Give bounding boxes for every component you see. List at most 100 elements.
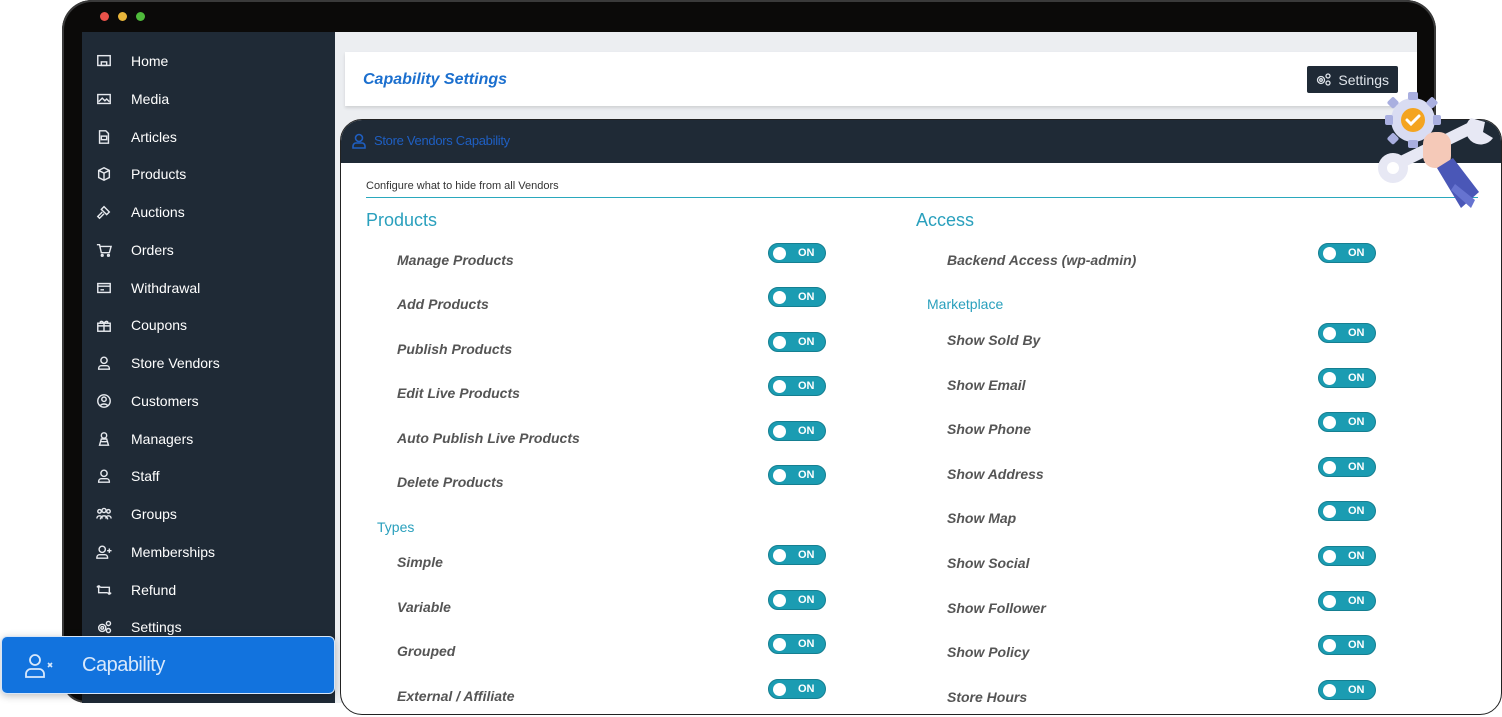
window-maximize-button[interactable] <box>136 12 145 21</box>
sidebar-item-label: Auctions <box>131 204 185 220</box>
toggle-show-follower[interactable]: ON <box>1318 590 1376 611</box>
document-icon <box>95 128 113 146</box>
sidebar-item-label: Customers <box>131 392 199 409</box>
image-icon <box>95 90 113 108</box>
sidebar-item-auctions[interactable]: Auctions <box>82 197 335 227</box>
sidebar-item-coupons[interactable]: Coupons <box>82 310 335 340</box>
toggle-knob <box>773 638 786 652</box>
toggle-state: ON <box>1348 460 1365 473</box>
toggle-state: ON <box>1348 594 1365 607</box>
toggle-external-affiliate[interactable]: ON <box>768 679 826 700</box>
toggle-state: ON <box>1348 416 1365 429</box>
toggle-knob <box>773 424 786 438</box>
toggle-state: ON <box>1348 371 1365 384</box>
sidebar-item-products[interactable]: Products <box>82 159 335 189</box>
toggle-knob <box>773 247 786 260</box>
sidebar-item-label: Withdrawal <box>131 279 201 296</box>
sidebar-item-refund[interactable]: Refund <box>82 575 335 605</box>
sidebar-item-home[interactable]: Home <box>82 46 335 76</box>
toggle-state: ON <box>798 469 815 481</box>
window-close-button[interactable] <box>100 12 109 21</box>
option-label: Manage Products <box>397 252 514 268</box>
toggle-show-map[interactable]: ON <box>1318 501 1376 522</box>
toggle-knob <box>773 335 786 349</box>
toggle-grouped[interactable]: ON <box>768 634 826 655</box>
home-icon <box>95 52 113 70</box>
option-label: Show Policy <box>947 644 1030 661</box>
toggle-delete-products[interactable]: ON <box>768 465 826 485</box>
toggle-show-address[interactable]: ON <box>1318 456 1376 477</box>
toggle-show-policy[interactable]: ON <box>1318 635 1376 656</box>
toggle-knob <box>1323 247 1336 260</box>
toggle-store-hours[interactable]: ON <box>1318 679 1376 700</box>
gift-icon <box>95 316 113 334</box>
option-label: Show Social <box>947 555 1030 571</box>
card-title: Store Vendors Capability <box>374 133 510 148</box>
sidebar-item-label: Settings <box>131 619 182 636</box>
sidebar-item-label: Orders <box>131 241 174 258</box>
toggle-knob <box>1323 460 1336 474</box>
sidebar-item-customers[interactable]: Customers <box>82 386 335 416</box>
toggle-backend-access-wp-admin[interactable]: ON <box>1318 243 1376 263</box>
toggle-state: ON <box>798 638 815 651</box>
toggle-state: ON <box>798 335 815 348</box>
option-label: Add Products <box>397 296 489 313</box>
sidebar-item-articles[interactable]: Articles <box>82 122 335 152</box>
toggle-show-social[interactable]: ON <box>1318 546 1376 566</box>
toggle-knob <box>1323 639 1336 653</box>
gears-icon <box>95 618 113 636</box>
toggle-state: ON <box>798 247 815 259</box>
configure-text: Configure what to hide from all Vendors <box>366 180 559 192</box>
toggle-simple[interactable]: ON <box>768 545 826 565</box>
toggle-variable[interactable]: ON <box>768 589 826 610</box>
window-controls <box>100 12 145 21</box>
toggle-state: ON <box>1348 550 1365 562</box>
user-x-icon <box>24 653 54 679</box>
toggle-state: ON <box>798 291 815 304</box>
card-header: Store Vendors Capability <box>341 120 1501 163</box>
toggle-knob <box>1323 327 1336 340</box>
toggle-state: ON <box>798 593 815 606</box>
toggle-state: ON <box>798 549 815 561</box>
sidebar-item-orders[interactable]: Orders <box>82 235 335 265</box>
toggle-show-email[interactable]: ON <box>1318 367 1376 388</box>
toggle-knob <box>1323 683 1336 697</box>
subsection-title-marketplace: Marketplace <box>927 296 1004 312</box>
toggle-show-sold-by[interactable]: ON <box>1318 323 1376 343</box>
toggle-state: ON <box>798 683 815 696</box>
sidebar: Home Media Articles Products Auctions Orders W… <box>82 32 335 703</box>
sidebar-item-label: Media <box>131 90 170 107</box>
option-label: Show Map <box>947 510 1017 527</box>
option-label: Show Follower <box>947 599 1046 616</box>
option-label: Show Address <box>947 465 1044 482</box>
option-label: Store Hours <box>947 688 1028 705</box>
toggle-state: ON <box>1348 505 1365 518</box>
window-minimize-button[interactable] <box>118 12 127 21</box>
sidebar-item-media[interactable]: Media <box>82 84 335 114</box>
sidebar-item-groups[interactable]: Groups <box>82 499 335 529</box>
toggle-auto-publish-live-products[interactable]: ON <box>768 420 826 441</box>
user-plus-icon <box>95 543 113 561</box>
sidebar-item-label: Memberships <box>131 543 216 560</box>
option-label: Variable <box>397 598 451 615</box>
sidebar-item-label: Articles <box>131 128 177 145</box>
sidebar-item-label: Groups <box>131 506 177 522</box>
toggle-publish-products[interactable]: ON <box>768 331 826 352</box>
toggle-state: ON <box>1348 639 1365 652</box>
toggle-add-products[interactable]: ON <box>768 287 826 308</box>
settings-button-label: Settings <box>1338 71 1389 88</box>
option-label: Show Sold By <box>947 332 1041 348</box>
sidebar-item-label: Staff <box>131 468 160 485</box>
toggle-show-phone[interactable]: ON <box>1318 412 1376 433</box>
toggle-edit-live-products[interactable]: ON <box>768 376 826 397</box>
sidebar-item-staff[interactable]: Staff <box>82 461 335 491</box>
sidebar-item-capability[interactable]: Capability <box>1 636 335 694</box>
box-icon <box>95 165 113 183</box>
sidebar-item-store-vendors[interactable]: Store Vendors <box>82 348 335 378</box>
toggle-manage-products[interactable]: ON <box>768 243 826 263</box>
sidebar-item-memberships[interactable]: Memberships <box>82 537 335 567</box>
sidebar-item-managers[interactable]: Managers <box>82 424 335 454</box>
user-icon <box>95 467 113 485</box>
toggle-knob <box>1323 594 1336 608</box>
sidebar-item-withdrawal[interactable]: Withdrawal <box>82 273 335 303</box>
